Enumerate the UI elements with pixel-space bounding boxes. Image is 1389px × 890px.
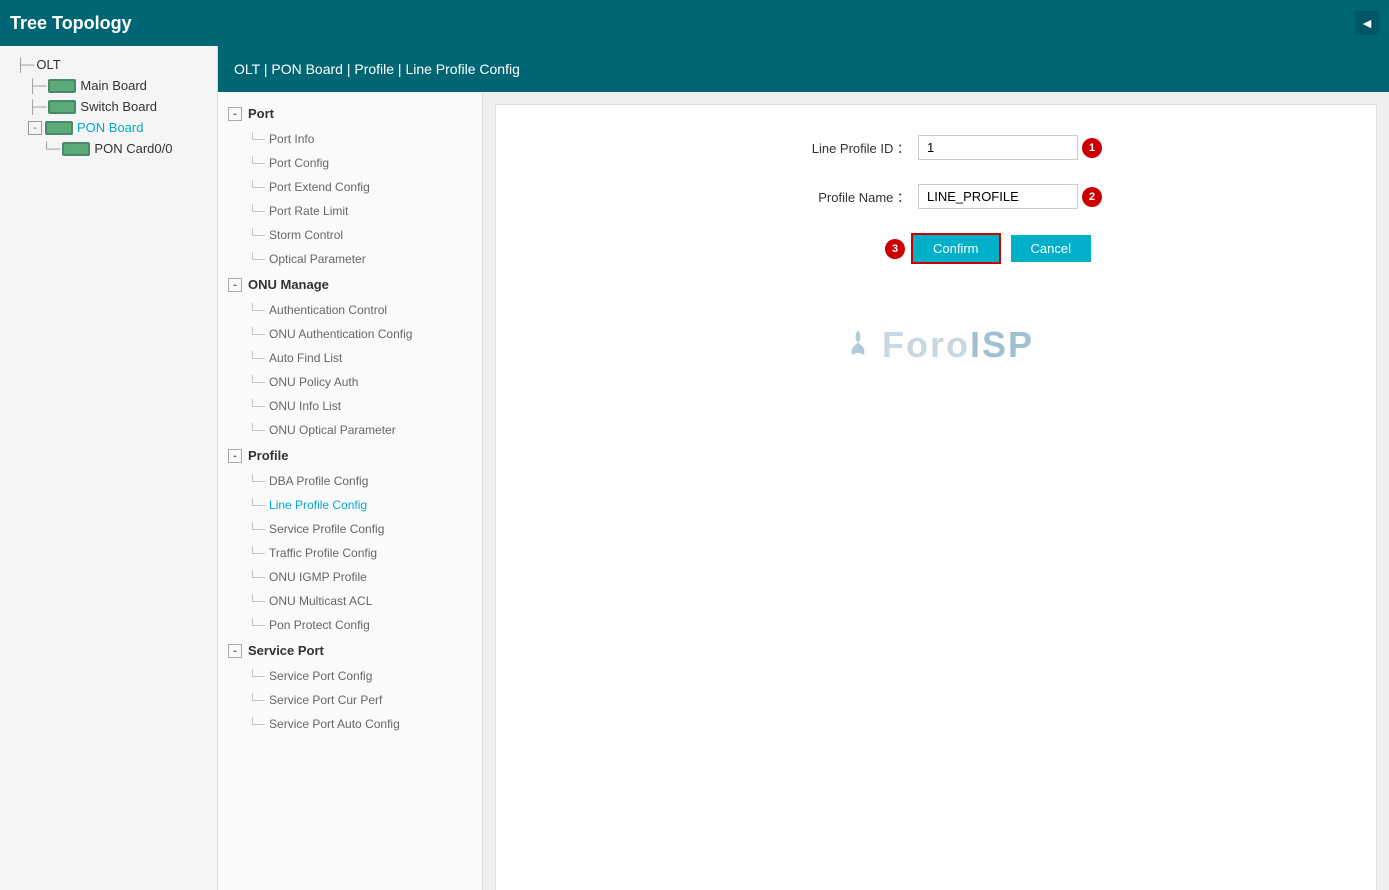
sidebar-item-main-board[interactable]: ├─ Main Board — [0, 75, 217, 96]
line-profile-id-label: Line Profile ID ： — [770, 138, 910, 157]
nav-item-service-port-auto-config[interactable]: └─Service Port Auto Config — [218, 712, 482, 736]
nav-section-port-label: Port — [248, 106, 274, 121]
nav-item-service-profile-config[interactable]: └─Service Profile Config — [218, 517, 482, 541]
content-wrapper: - Port └─Port Info └─Port Config └─Port … — [218, 92, 1389, 890]
nav-item-pon-protect-config[interactable]: └─Pon Protect Config — [218, 613, 482, 637]
line-profile-id-input[interactable] — [918, 135, 1078, 160]
badge-2: 2 — [1082, 187, 1102, 207]
nav-item-traffic-profile-config[interactable]: └─Traffic Profile Config — [218, 541, 482, 565]
tree-line-3: ├─ — [28, 99, 46, 114]
sidebar: ├─ OLT ├─ Main Board ├─ Switch Board - P… — [0, 46, 218, 890]
badge-1: 1 — [1082, 138, 1102, 158]
nav-section-profile-label: Profile — [248, 448, 288, 463]
form-card: Line Profile ID ： 1 Profile Name ： 2 3 C… — [495, 104, 1377, 890]
cancel-button[interactable]: Cancel — [1011, 235, 1091, 262]
content-area: Line Profile ID ： 1 Profile Name ： 2 3 C… — [483, 92, 1389, 890]
nav-item-port-config[interactable]: └─Port Config — [218, 151, 482, 175]
nav-item-onu-info-list[interactable]: └─ONU Info List — [218, 394, 482, 418]
nav-item-onu-optical-param[interactable]: └─ONU Optical Parameter — [218, 418, 482, 442]
nav-item-onu-auth-config[interactable]: └─ONU Authentication Config — [218, 322, 482, 346]
nav-item-service-port-cur-perf[interactable]: └─Service Port Cur Perf — [218, 688, 482, 712]
device-icon-main — [48, 79, 76, 93]
breadcrumb: OLT | PON Board | Profile | Line Profile… — [218, 46, 1389, 92]
device-icon-pon — [45, 121, 73, 135]
nav-item-line-profile-config[interactable]: └─Line Profile Config — [218, 493, 482, 517]
sidebar-item-pon-card[interactable]: └─ PON Card0/0 — [0, 138, 217, 159]
sidebar-label-main-board: Main Board — [80, 78, 146, 93]
watermark: ForoISP — [516, 324, 1356, 366]
nav-item-port-extend-config[interactable]: └─Port Extend Config — [218, 175, 482, 199]
expand-box-profile[interactable]: - — [228, 449, 242, 463]
expand-box-port[interactable]: - — [228, 107, 242, 121]
nav-item-optical-parameter[interactable]: └─Optical Parameter — [218, 247, 482, 271]
sidebar-item-switch-board[interactable]: ├─ Switch Board — [0, 96, 217, 117]
nav-section-service-port-label: Service Port — [248, 643, 324, 658]
confirm-button[interactable]: Confirm — [911, 233, 1001, 264]
badge-3: 3 — [885, 239, 905, 259]
form-row-name: Profile Name ： 2 — [516, 184, 1356, 209]
nav-item-auth-control[interactable]: └─Authentication Control — [218, 298, 482, 322]
tree-line-2: ├─ — [28, 78, 46, 93]
sidebar-label-pon-card: PON Card0/0 — [94, 141, 172, 156]
profile-name-input[interactable] — [918, 184, 1078, 209]
watermark-text: ForoISP — [882, 324, 1034, 366]
nav-section-service-port[interactable]: - Service Port — [218, 637, 482, 664]
nav-section-port[interactable]: - Port — [218, 100, 482, 127]
sidebar-label-switch-board: Switch Board — [80, 99, 157, 114]
collapse-button[interactable]: ◄ — [1355, 11, 1379, 35]
nav-item-onu-igmp-profile[interactable]: └─ONU IGMP Profile — [218, 565, 482, 589]
nav-item-service-port-config[interactable]: └─Service Port Config — [218, 664, 482, 688]
nav-section-onu-manage[interactable]: - ONU Manage — [218, 271, 482, 298]
sidebar-item-olt[interactable]: ├─ OLT — [0, 54, 217, 75]
breadcrumb-text: OLT | PON Board | Profile | Line Profile… — [234, 61, 520, 77]
nav-item-auto-find-list[interactable]: └─Auto Find List — [218, 346, 482, 370]
nav-item-onu-multicast-acl[interactable]: └─ONU Multicast ACL — [218, 589, 482, 613]
tree-line: ├─ — [16, 57, 34, 72]
nav-item-onu-policy-auth[interactable]: └─ONU Policy Auth — [218, 370, 482, 394]
nav-item-port-info[interactable]: └─Port Info — [218, 127, 482, 151]
sidebar-item-pon-board[interactable]: - PON Board — [0, 117, 217, 138]
sidebar-label-pon-board: PON Board — [77, 120, 143, 135]
expand-box-onu[interactable]: - — [228, 278, 242, 292]
main-content: OLT | PON Board | Profile | Line Profile… — [218, 46, 1389, 890]
expand-box-service-port[interactable]: - — [228, 644, 242, 658]
nav-item-port-rate-limit[interactable]: └─Port Rate Limit — [218, 199, 482, 223]
form-row-id: Line Profile ID ： 1 — [516, 135, 1356, 160]
form-row-buttons: 3 Confirm Cancel — [616, 233, 1356, 264]
tree-line-4: └─ — [42, 141, 60, 156]
nav-section-onu-label: ONU Manage — [248, 277, 329, 292]
expand-icon-pon[interactable]: - — [28, 121, 42, 135]
nav-item-storm-control[interactable]: └─Storm Control — [218, 223, 482, 247]
sidebar-label-olt: OLT — [36, 57, 60, 72]
profile-name-label: Profile Name ： — [770, 187, 910, 206]
nav-section-profile[interactable]: - Profile — [218, 442, 482, 469]
device-icon-switch — [48, 100, 76, 114]
app-title: Tree Topology — [10, 13, 1355, 34]
nav-item-dba-profile-config[interactable]: └─DBA Profile Config — [218, 469, 482, 493]
device-icon-pon-card — [62, 142, 90, 156]
watermark-icon — [838, 325, 878, 365]
header: Tree Topology ◄ — [0, 0, 1389, 46]
main-layout: ├─ OLT ├─ Main Board ├─ Switch Board - P… — [0, 46, 1389, 890]
nav-panel: - Port └─Port Info └─Port Config └─Port … — [218, 92, 483, 890]
